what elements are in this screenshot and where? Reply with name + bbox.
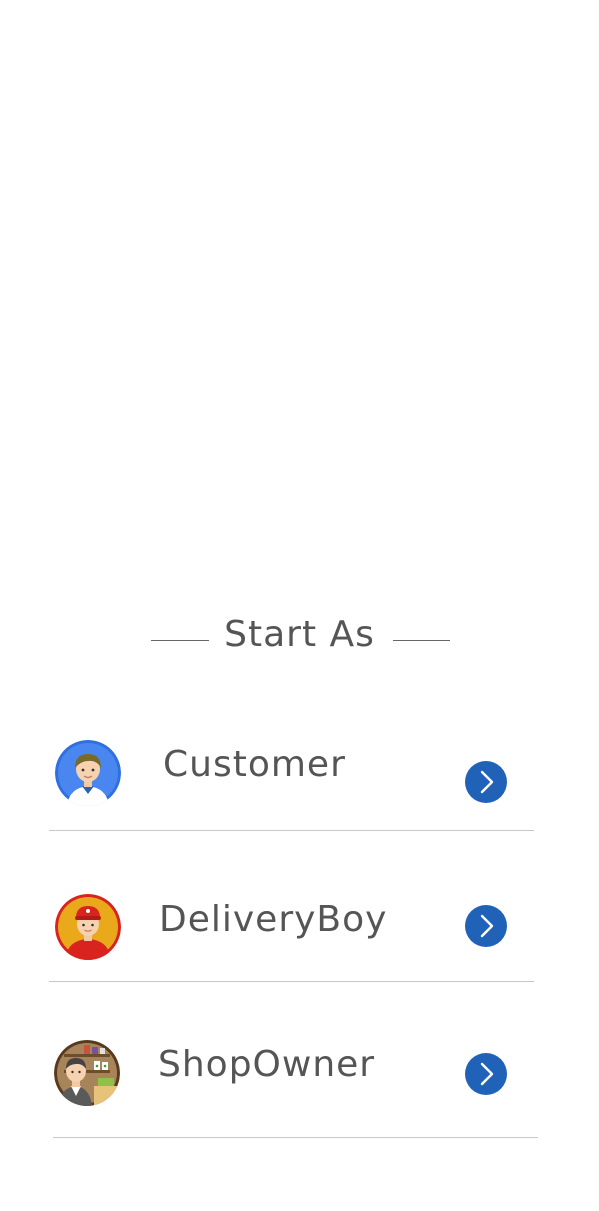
role-label-delivery-boy: DeliveryBoy (159, 899, 388, 940)
role-label-shop-owner: ShopOwner (158, 1044, 376, 1085)
divider (49, 981, 534, 982)
chevron-right-icon[interactable] (465, 905, 507, 947)
divider (49, 830, 534, 831)
role-option-delivery-boy[interactable]: DeliveryBoy (49, 887, 534, 977)
role-option-customer[interactable]: Customer (49, 733, 534, 823)
shop-owner-avatar-icon (54, 1040, 120, 1106)
start-as-heading: Start As (0, 612, 599, 662)
customer-avatar-icon (55, 740, 121, 806)
divider (53, 1137, 538, 1138)
chevron-right-icon[interactable] (465, 1053, 507, 1095)
role-option-shop-owner[interactable]: ShopOwner (49, 1033, 534, 1123)
delivery-boy-avatar-icon (55, 894, 121, 960)
role-label-customer: Customer (163, 744, 346, 785)
heading-title: Start As (224, 614, 375, 655)
heading-right-rule (393, 640, 450, 641)
chevron-right-icon[interactable] (465, 761, 507, 803)
